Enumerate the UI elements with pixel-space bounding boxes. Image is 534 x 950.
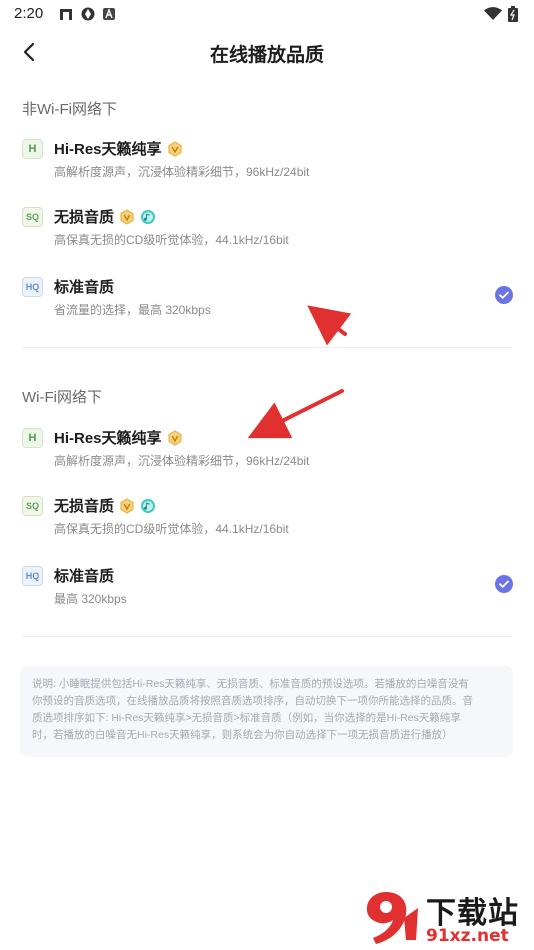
option-title-text: 无损音质 <box>54 498 115 515</box>
selected-check-icon <box>495 286 513 304</box>
hires-badge-icon: H <box>22 139 43 159</box>
a-notification-icon <box>103 8 115 20</box>
option-lossless-wifi[interactable]: SQ 无损音质 高保真无损的CD级听觉体验，44.1kHz/16bit <box>0 496 534 556</box>
option-title: 无损音质 <box>54 495 156 516</box>
vip-icon <box>120 208 134 225</box>
status-icons-left <box>58 6 116 22</box>
site-watermark: 下载站 91xz.net <box>360 888 530 946</box>
watermark-url: 91xz.net <box>426 926 509 946</box>
sq-badge-icon: SQ <box>22 496 43 516</box>
music-note-icon <box>141 498 156 513</box>
section-title-non-wifi: 非Wi-Fi网络下 <box>22 101 117 118</box>
option-subtitle: 高保真无损的CD级听觉体验，44.1kHz/16bit <box>54 522 289 536</box>
option-standard-wifi[interactable]: HQ 标准音质 最高 320kbps <box>0 566 534 626</box>
vip-icon <box>168 429 182 446</box>
option-subtitle: 高解析度源声，沉浸体验精彩细节，96kHz/24bit <box>54 165 310 179</box>
sq-badge-icon: SQ <box>22 207 43 227</box>
sync-notification-icon <box>81 7 95 21</box>
option-lossless-non-wifi[interactable]: SQ 无损音质 高保真无损的CD级听觉体验，44.1kHz/16bit <box>0 207 534 267</box>
option-title: 无损音质 <box>54 206 156 227</box>
wifi-icon <box>484 7 502 20</box>
option-title-text: 无损音质 <box>54 209 115 226</box>
option-title-text: Hi-Res天籁纯享 <box>54 141 162 158</box>
option-subtitle: 高解析度源声，沉浸体验精彩细节，96kHz/24bit <box>54 454 310 468</box>
status-icons-right <box>484 6 518 22</box>
option-hires-wifi[interactable]: H Hi-Res天籁纯享 高解析度源声，沉浸体验精彩细节，96kHz/24bit <box>0 428 534 488</box>
explanation-note: 说明: 小睡眠提供包括Hi-Res天籁纯享、无损音质、标准音质的预设选项。若播放… <box>20 666 513 757</box>
section-divider <box>22 636 512 637</box>
option-subtitle: 省流量的选择，最高 320kbps <box>54 303 211 317</box>
option-subtitle: 高保真无损的CD级听觉体验，44.1kHz/16bit <box>54 233 289 247</box>
option-title-text: 标准音质 <box>54 568 115 585</box>
music-note-icon <box>141 209 156 224</box>
section-title-wifi: Wi-Fi网络下 <box>22 389 102 406</box>
status-time: 2:20 <box>14 5 44 22</box>
annotation-arrow-down-left <box>247 389 344 439</box>
option-title: 标准音质 <box>54 276 114 297</box>
option-hires-non-wifi[interactable]: H Hi-Res天籁纯享 高解析度源声，沉浸体验精彩细节，96kHz/24bit <box>0 139 534 199</box>
option-subtitle: 最高 320kbps <box>54 592 127 606</box>
option-title-text: 标准音质 <box>54 279 115 296</box>
note-line: 时，若播放的白噪音无Hi-Res天籁纯享，则系统会为你自动选择下一项无损音质进行… <box>32 729 453 741</box>
option-standard-non-wifi[interactable]: HQ 标准音质 省流量的选择，最高 320kbps <box>0 277 534 337</box>
note-line: 质选项排序如下: Hi-Res天籁纯享>无损音质>标准音质（例如，当你选择的是H… <box>32 712 461 724</box>
section-divider <box>22 347 512 348</box>
option-title: Hi-Res天籁纯享 <box>54 138 183 159</box>
site-logo-icon <box>366 892 418 944</box>
option-title: 标准音质 <box>54 565 114 586</box>
page-title: 在线播放品质 <box>209 45 324 66</box>
selected-check-icon <box>495 575 513 593</box>
hires-badge-icon: H <box>22 428 43 448</box>
battery-icon <box>508 6 518 22</box>
vip-icon <box>168 140 182 157</box>
status-bar: 2:20 <box>0 0 534 30</box>
hq-badge-icon: HQ <box>22 277 43 297</box>
option-title-text: Hi-Res天籁纯享 <box>54 430 162 447</box>
app-notification-icon <box>60 9 72 20</box>
vip-icon <box>120 497 134 514</box>
hq-badge-icon: HQ <box>22 566 43 586</box>
nav-bar: 在线播放品质 <box>0 30 534 74</box>
option-title: Hi-Res天籁纯享 <box>54 427 183 448</box>
note-line: 说明: 小睡眠提供包括Hi-Res天籁纯享、无损音质、标准音质的预设选项。若播放… <box>32 678 469 690</box>
note-line: 你预设的音质选项，在线播放品质将按照音质选项排序，自动切换下一项你所能选择的品质… <box>32 695 473 707</box>
